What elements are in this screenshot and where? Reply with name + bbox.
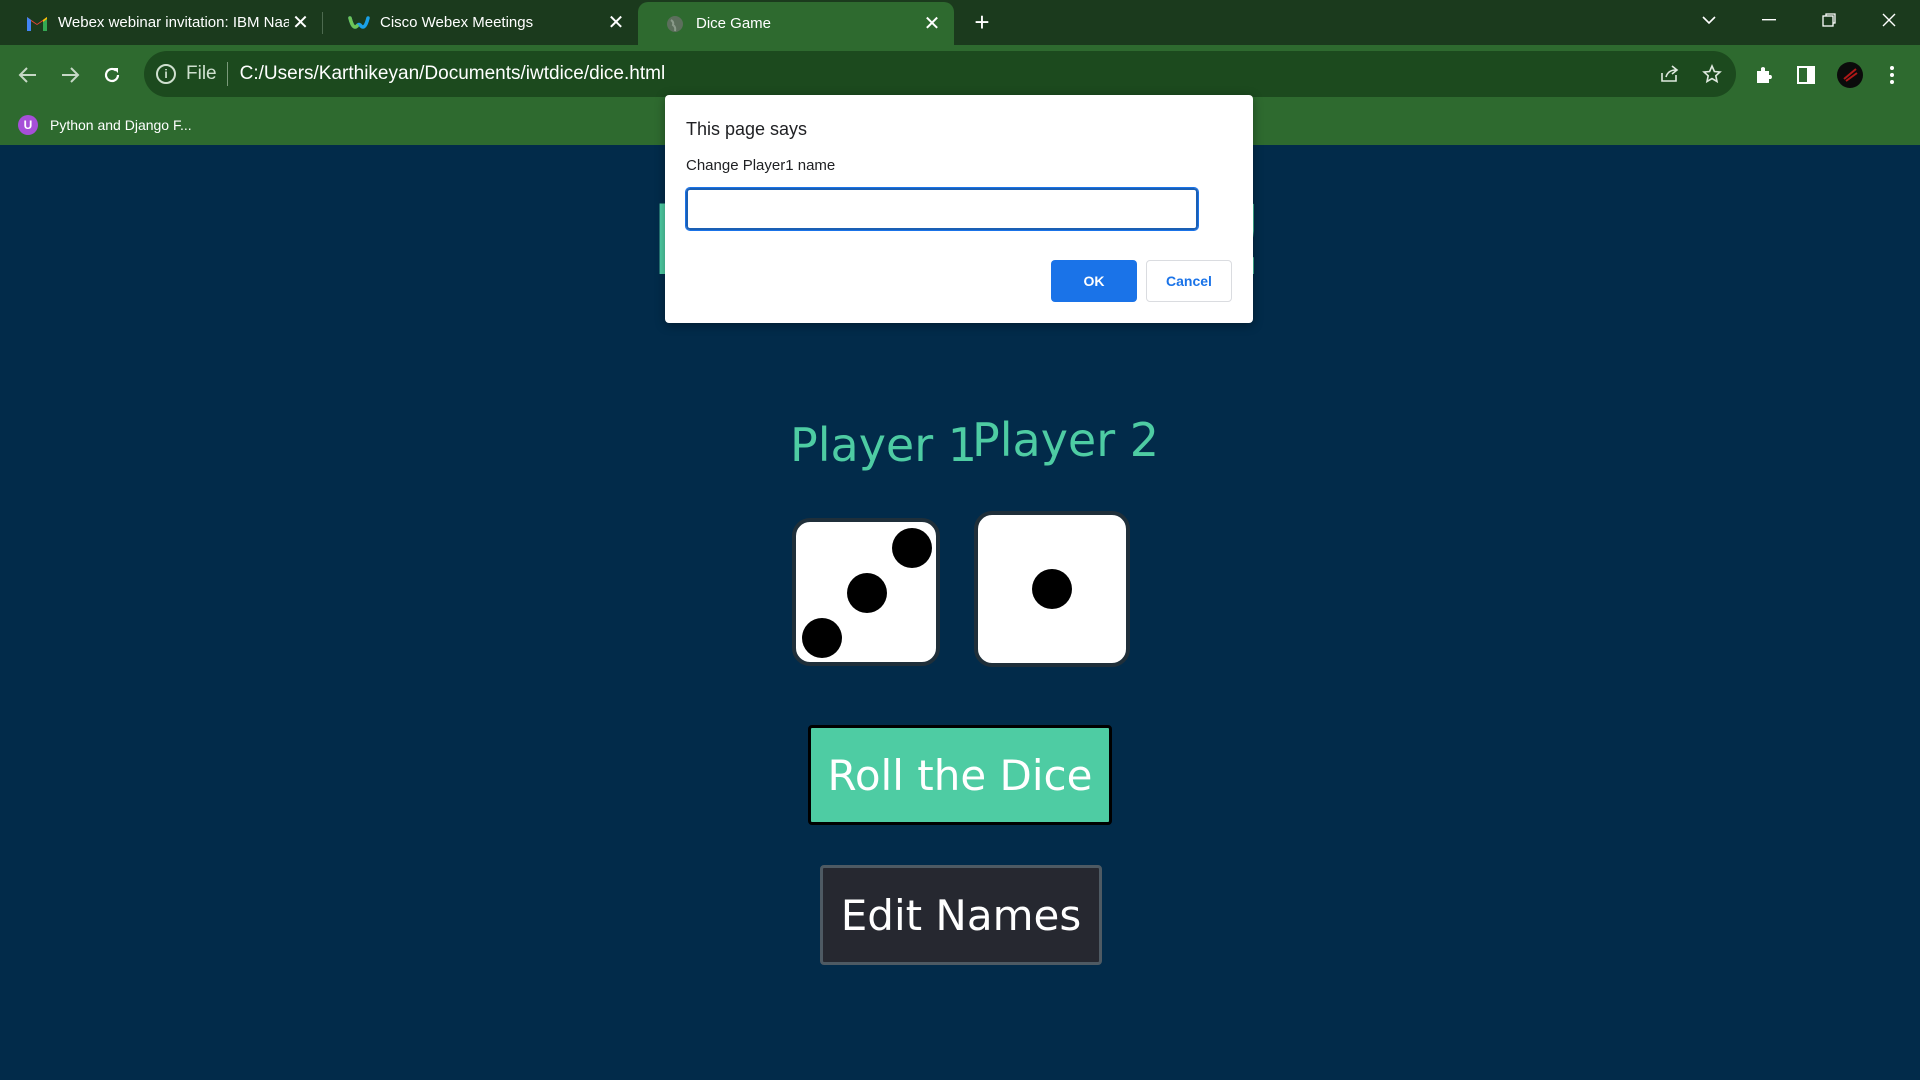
tab-title: Dice Game [696,15,772,32]
cancel-button[interactable]: Cancel [1146,260,1232,302]
prompt-dialog: This page says Change Player1 name OK Ca… [665,95,1253,323]
close-icon[interactable]: ✕ [289,11,312,35]
url-text[interactable]: C:/Users/Karthikeyan/Documents/iwtdice/d… [240,63,666,85]
player-1-die [792,518,940,666]
gmail-icon [26,12,48,34]
die-pip [802,618,842,658]
browser-window: Webex webinar invitation: IBM Naan ✕ Cis… [0,0,1920,1080]
die-pip [847,573,887,613]
die-pip [1032,569,1072,609]
bookmark-item[interactable]: U Python and Django F... [18,115,192,135]
close-window-icon[interactable] [1860,0,1918,40]
tab-gmail[interactable]: Webex webinar invitation: IBM Naan ✕ [0,0,322,45]
player-2-label: Player 2 [972,413,1160,467]
back-arrow-icon[interactable] [10,57,46,93]
reload-icon[interactable] [94,57,130,93]
url-scheme: File [186,63,217,84]
player-1-label: Player 1 [790,418,978,472]
close-icon[interactable]: ✕ [920,12,944,36]
close-icon[interactable]: ✕ [604,11,628,35]
udemy-icon: U [18,115,38,135]
new-tab-button[interactable]: + [966,6,998,38]
tab-search-icon[interactable] [1680,0,1738,40]
globe-icon [664,13,686,35]
forward-arrow-icon[interactable] [52,57,88,93]
roll-dice-button[interactable]: Roll the Dice [808,725,1112,825]
tab-title: Cisco Webex Meetings [380,14,534,31]
player-2-die [974,511,1130,667]
webex-icon [348,12,370,34]
share-icon[interactable] [1652,56,1688,92]
side-panel-icon[interactable] [1788,57,1824,93]
extensions-icon[interactable] [1746,57,1782,93]
tab-title: Webex webinar invitation: IBM Naan [58,14,290,31]
restore-icon[interactable] [1800,0,1858,40]
minimize-icon[interactable] [1740,0,1798,40]
bookmark-label: Python and Django F... [50,117,192,133]
info-icon[interactable]: i [156,64,176,84]
dialog-heading: This page says [686,119,808,139]
menu-kebab-icon[interactable] [1874,57,1910,93]
ok-button[interactable]: OK [1051,260,1137,302]
player-name-input[interactable] [685,187,1199,231]
tab-webex[interactable]: Cisco Webex Meetings ✕ [322,0,638,45]
address-bar[interactable]: i File C:/Users/Karthikeyan/Documents/iw… [144,51,1736,97]
tab-strip: Webex webinar invitation: IBM Naan ✕ Cis… [0,0,1920,45]
edit-names-button[interactable]: Edit Names [820,865,1102,965]
star-icon[interactable] [1694,56,1730,92]
address-divider [226,62,228,86]
tab-dice-game[interactable]: Dice Game ✕ [638,2,954,45]
profile-avatar-icon[interactable] [1832,57,1868,93]
die-pip [892,528,932,568]
dialog-message: Change Player1 name [686,157,836,174]
